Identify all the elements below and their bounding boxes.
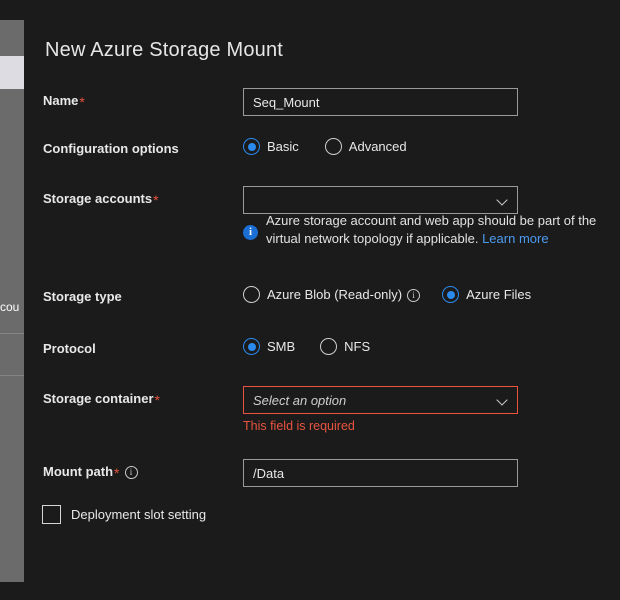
info-line-1: Azure storage account and web app should… (266, 212, 596, 230)
azure-portal-screen: cou New Azure Storage Mount Name* Config… (0, 0, 620, 600)
storage-container-dropdown[interactable]: Select an option (243, 386, 518, 414)
deployment-slot-setting-row[interactable]: Deployment slot setting (42, 505, 206, 524)
storage-accounts-info-message: Azure storage account and web app should… (243, 212, 596, 248)
name-input[interactable] (243, 88, 518, 116)
mount-path-label-text: Mount path (43, 464, 113, 479)
radio-nfs-label: NFS (344, 339, 370, 354)
storage-container-label: Storage container* (43, 391, 160, 406)
deployment-slot-setting-label: Deployment slot setting (71, 507, 206, 522)
protocol-label-text: Protocol (43, 341, 96, 356)
radio-nfs-mark (320, 338, 337, 355)
storage-container-dropdown-placeholder: Select an option (253, 393, 497, 408)
storage-type-radio-group: Azure Blob (Read-only) Azure Files (243, 286, 531, 303)
page-title: New Azure Storage Mount (45, 39, 283, 62)
storage-container-error-message: This field is required (243, 419, 355, 433)
field-row-name: Name* (24, 88, 620, 118)
radio-azure-files-label: Azure Files (466, 287, 531, 302)
chevron-down-icon (497, 195, 508, 206)
radio-advanced-label: Advanced (349, 139, 407, 154)
background-blade-divider (0, 333, 24, 334)
protocol-label: Protocol (43, 341, 96, 356)
field-row-mount-path: Mount path* (24, 459, 620, 489)
info-outline-icon[interactable] (407, 289, 420, 302)
chevron-down-icon (497, 395, 508, 406)
radio-azure-blob[interactable]: Azure Blob (Read-only) (243, 286, 420, 303)
mount-path-input[interactable] (243, 459, 518, 487)
storage-accounts-dropdown[interactable] (243, 186, 518, 214)
radio-advanced[interactable]: Advanced (325, 138, 407, 155)
storage-type-label: Storage type (43, 289, 122, 304)
name-label-text: Name (43, 93, 78, 108)
background-blade-divider (0, 375, 24, 376)
radio-basic[interactable]: Basic (243, 138, 299, 155)
required-asterisk: * (153, 193, 158, 207)
radio-basic-label: Basic (267, 139, 299, 154)
field-row-configuration-options: Configuration options Basic Advanced (24, 138, 620, 160)
radio-azure-blob-label-text: Azure Blob (Read-only) (267, 287, 402, 302)
radio-azure-blob-mark (243, 286, 260, 303)
storage-accounts-label-text: Storage accounts (43, 191, 152, 206)
radio-azure-files[interactable]: Azure Files (442, 286, 531, 303)
field-row-storage-type: Storage type Azure Blob (Read-only) Azur… (24, 286, 620, 308)
storage-accounts-label: Storage accounts* (43, 191, 159, 206)
storage-container-label-text: Storage container (43, 391, 154, 406)
required-asterisk: * (79, 95, 84, 109)
radio-smb[interactable]: SMB (243, 338, 295, 355)
background-blade-selected-row[interactable] (0, 56, 24, 89)
radio-azure-files-mark (442, 286, 459, 303)
info-line-2-text: virtual network topology if applicable. (266, 231, 478, 246)
info-filled-icon (243, 225, 258, 240)
radio-smb-label: SMB (267, 339, 295, 354)
required-asterisk: * (114, 466, 119, 480)
deployment-slot-setting-checkbox[interactable] (42, 505, 61, 524)
required-asterisk: * (155, 393, 160, 407)
radio-nfs[interactable]: NFS (320, 338, 370, 355)
learn-more-link[interactable]: Learn more (482, 231, 548, 246)
info-outline-icon[interactable] (125, 466, 138, 479)
protocol-radio-group: SMB NFS (243, 338, 370, 355)
configuration-options-label-text: Configuration options (43, 141, 179, 156)
radio-azure-blob-label: Azure Blob (Read-only) (267, 287, 420, 302)
field-row-storage-container: Storage container* Select an option (24, 386, 620, 416)
radio-basic-mark (243, 138, 260, 155)
name-label: Name* (43, 93, 85, 108)
background-blade-strip: cou (0, 0, 24, 600)
configuration-options-label: Configuration options (43, 141, 179, 156)
storage-accounts-info-text: Azure storage account and web app should… (266, 212, 596, 248)
background-blade-clipped-label: cou (0, 300, 24, 314)
configuration-options-radio-group: Basic Advanced (243, 138, 407, 155)
field-row-protocol: Protocol SMB NFS (24, 338, 620, 360)
radio-advanced-mark (325, 138, 342, 155)
new-azure-storage-mount-blade: New Azure Storage Mount Name* Configurat… (24, 0, 620, 600)
mount-path-label: Mount path* (43, 464, 138, 479)
info-line-2: virtual network topology if applicable. … (266, 230, 596, 248)
radio-smb-mark (243, 338, 260, 355)
storage-type-label-text: Storage type (43, 289, 122, 304)
